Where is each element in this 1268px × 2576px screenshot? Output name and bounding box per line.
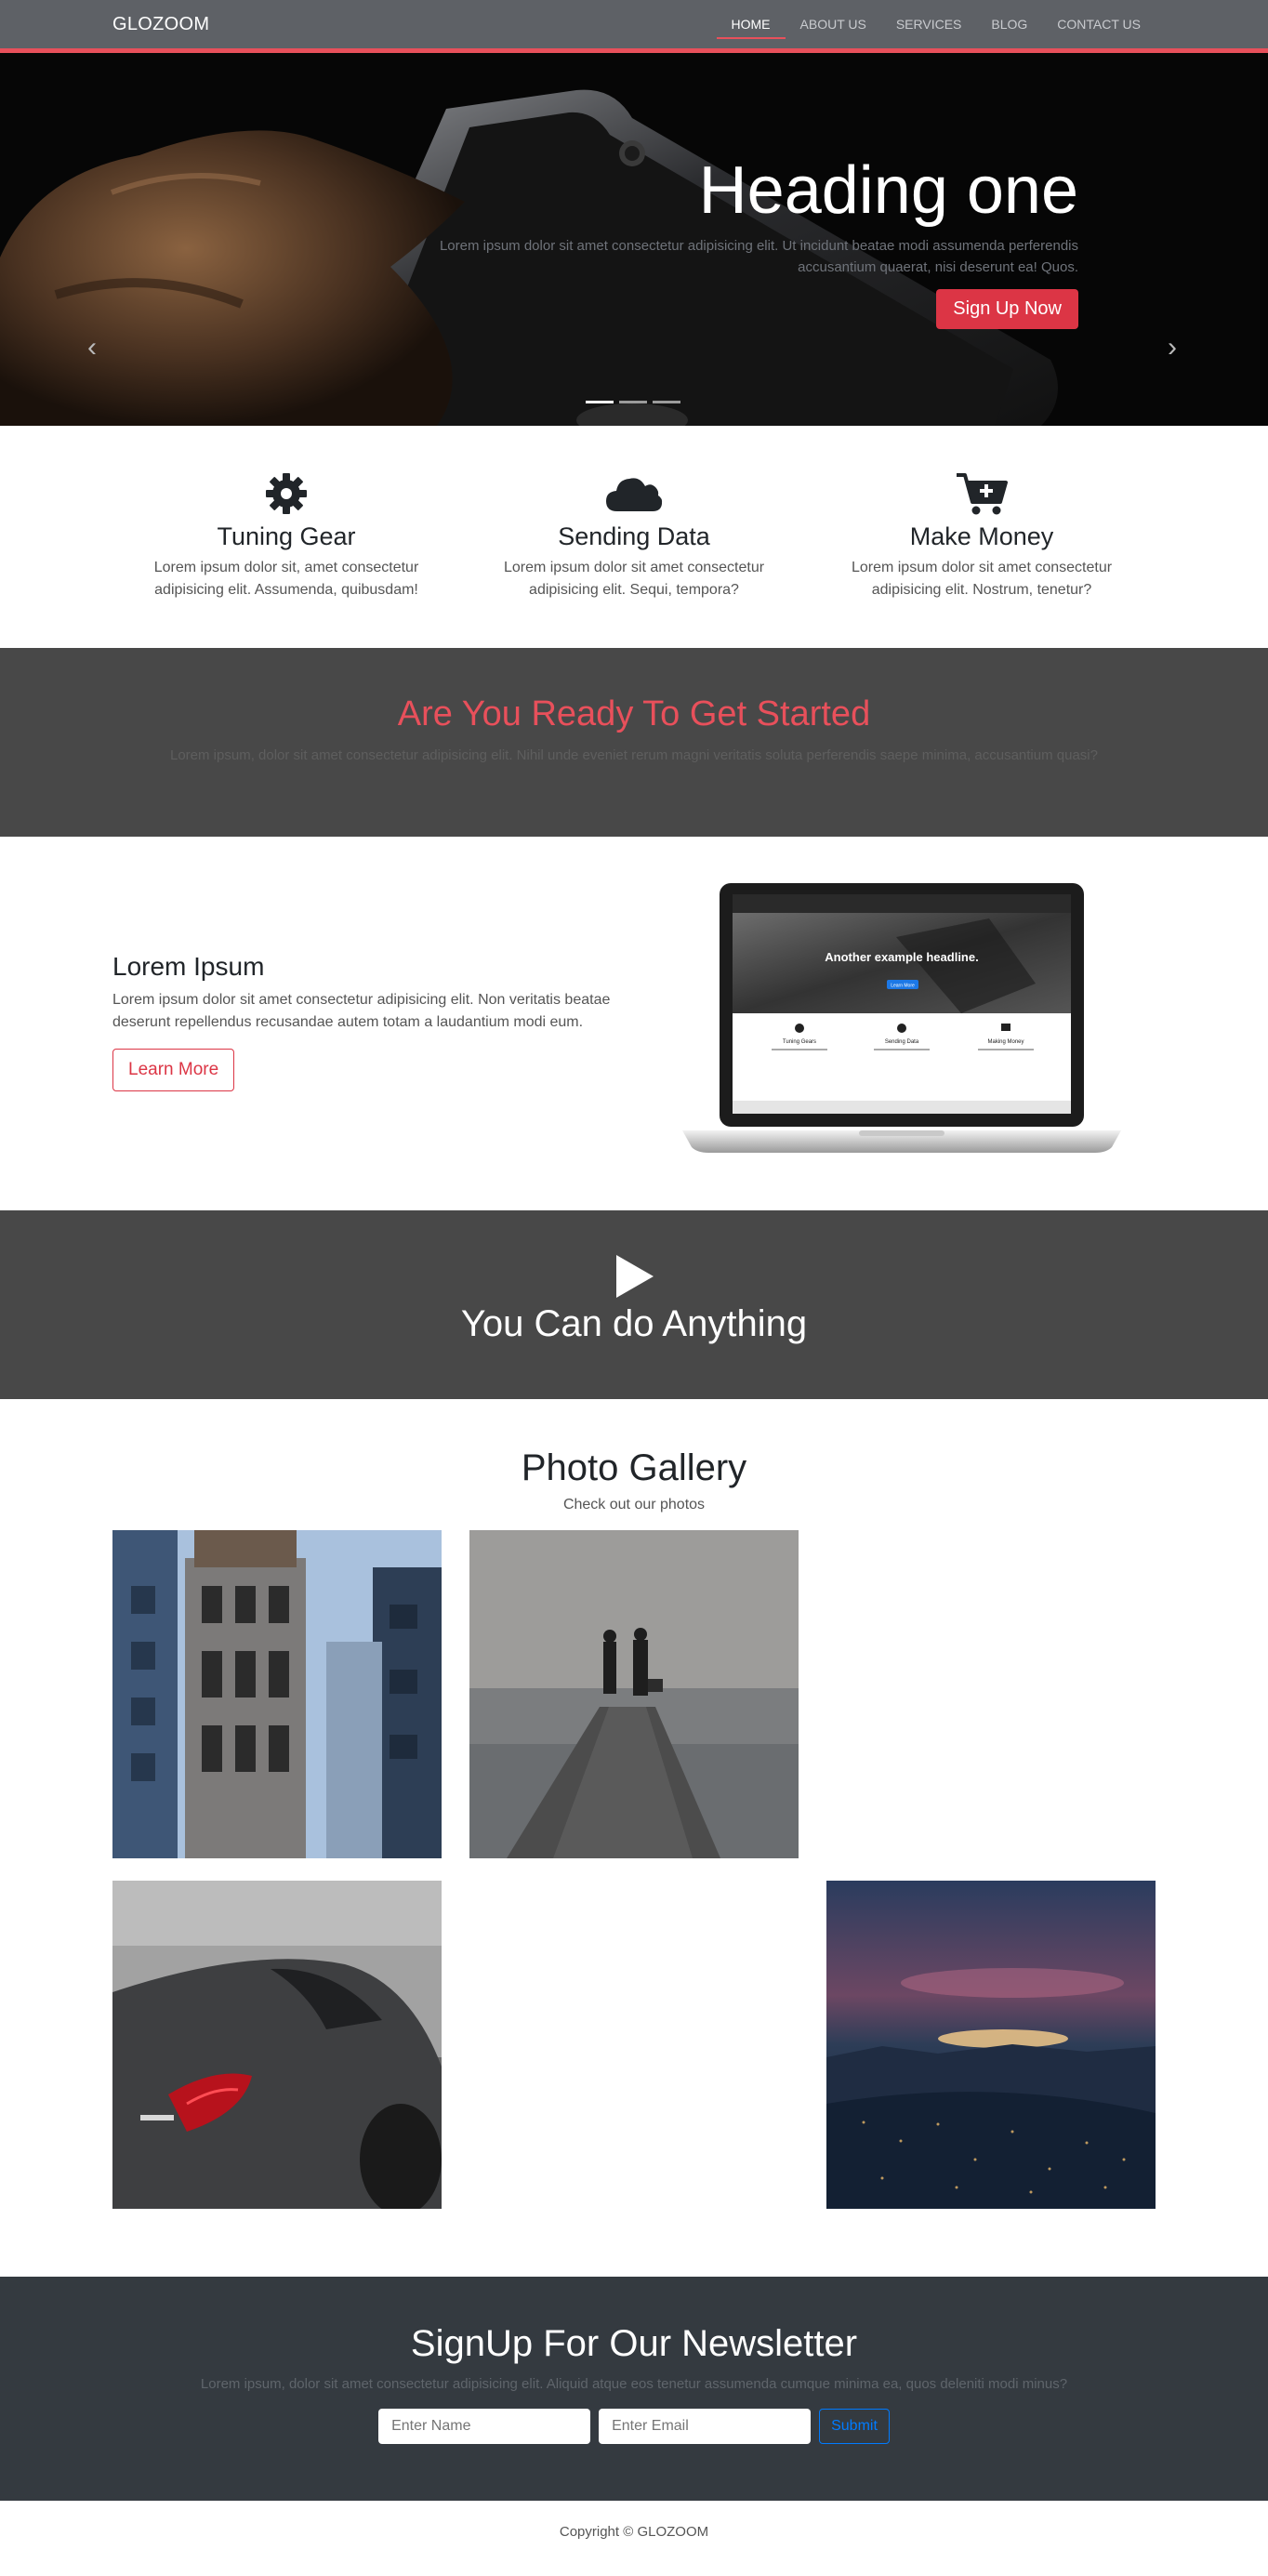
copyright-text: Copyright © GLOZOOM: [559, 2524, 709, 2540]
feature-make-money: Make Money Lorem ipsum dolor sit amet co…: [849, 470, 1115, 601]
nav-item-services[interactable]: SERVICES: [881, 0, 977, 48]
nav-item-blog[interactable]: BLOG: [976, 0, 1042, 48]
gallery-section: Photo Gallery Check out our photos: [0, 1399, 1268, 2277]
laptop-screen-headline: Another example headline.: [825, 950, 978, 964]
email-input[interactable]: [599, 2409, 812, 2444]
cart-plus-icon: [957, 473, 1008, 515]
video-heading: You Can do Anything: [460, 1303, 808, 1344]
feature-text: Lorem ipsum dolor sit, amet consectetur …: [153, 560, 419, 598]
photo-car[interactable]: [112, 1881, 442, 2209]
info-text-block: Lorem Ipsum Lorem ipsum dolor sit amet c…: [112, 952, 633, 1091]
carousel-indicator-1[interactable]: [586, 401, 614, 403]
nav-item-contact[interactable]: CONTACT US: [1042, 0, 1156, 48]
feature-text: Lorem ipsum dolor sit amet consectetur a…: [851, 560, 1113, 598]
info-section: Lorem Ipsum Lorem ipsum dolor sit amet c…: [0, 837, 1268, 1210]
photo-pier[interactable]: [469, 1530, 799, 1858]
get-started-text: Lorem ipsum, dolor sit amet consectetur …: [170, 747, 1098, 763]
gear-icon: [266, 473, 307, 514]
photo-city[interactable]: [826, 1881, 1156, 2209]
feature-tuning-gear: Tuning Gear Lorem ipsum dolor sit, amet …: [153, 470, 419, 601]
feature-text: Lorem ipsum dolor sit amet consectetur a…: [503, 560, 765, 598]
laptop-screen-button: Learn More: [891, 984, 915, 989]
laptop-screen-feature: Sending Data: [885, 1039, 919, 1045]
feature-title: Tuning Gear: [217, 522, 356, 550]
nav-item-about[interactable]: ABOUT US: [786, 0, 881, 48]
feature-title: Make Money: [909, 522, 1054, 550]
submit-button[interactable]: Submit: [819, 2409, 890, 2444]
name-input[interactable]: [378, 2409, 591, 2444]
features-section: Tuning Gear Lorem ipsum dolor sit, amet …: [0, 426, 1268, 648]
brand-logo[interactable]: GLOZOOM: [112, 14, 209, 35]
carousel-prev-button[interactable]: ‹: [87, 332, 97, 363]
carousel-next-button[interactable]: ›: [1168, 332, 1177, 363]
info-heading: Lorem Ipsum: [112, 952, 265, 981]
play-icon[interactable]: [611, 1253, 657, 1300]
laptop-image: Another example headline. Learn More Tun…: [682, 883, 1121, 1153]
video-section: You Can do Anything: [0, 1210, 1268, 1399]
carousel-indicators: [586, 401, 680, 403]
get-started-section: Are You Ready To Get Started Lorem ipsum…: [0, 648, 1268, 837]
info-text: Lorem ipsum dolor sit amet consectetur a…: [112, 992, 611, 1030]
sign-up-button[interactable]: Sign Up Now: [936, 289, 1078, 329]
feature-sending-data: Sending Data Lorem ipsum dolor sit amet …: [501, 470, 767, 601]
nav-item-home[interactable]: HOME: [716, 0, 786, 48]
get-started-heading: Are You Ready To Get Started: [397, 694, 871, 733]
hero-heading: Heading one: [698, 153, 1078, 228]
gallery-subheading: Check out our photos: [562, 1497, 706, 1513]
newsletter-section: SignUp For Our Newsletter Lorem ipsum, d…: [0, 2277, 1268, 2501]
carousel-indicator-3[interactable]: [653, 401, 680, 403]
carousel-indicator-2[interactable]: [619, 401, 647, 403]
newsletter-text: Lorem ipsum, dolor sit amet consectetur …: [200, 2376, 1068, 2392]
footer: Copyright © GLOZOOM: [0, 2501, 1268, 2563]
photo-tower[interactable]: [112, 1530, 442, 1858]
newsletter-heading: SignUp For Our Newsletter: [410, 2323, 858, 2364]
navbar: GLOZOOM HOME ABOUT US SERVICES BLOG CONT…: [0, 0, 1268, 53]
gallery-grid: [112, 1530, 1156, 2209]
hero-caption: Heading one Lorem ipsum dolor sit amet c…: [167, 157, 1078, 329]
gallery-heading: Photo Gallery: [521, 1447, 747, 1488]
feature-title: Sending Data: [558, 522, 710, 550]
laptop-screen-feature: Making Money: [987, 1039, 1024, 1045]
hero-carousel: Heading one Lorem ipsum dolor sit amet c…: [0, 53, 1268, 426]
chevron-left-icon: ‹: [87, 332, 97, 363]
cloud-icon: [606, 478, 663, 511]
learn-more-button[interactable]: Learn More: [112, 1049, 235, 1091]
laptop-screen-feature: Tuning Gears: [783, 1039, 816, 1045]
newsletter-form: Submit: [0, 2409, 1268, 2444]
hero-text: Lorem ipsum dolor sit amet consectetur a…: [439, 238, 1078, 275]
nav-menu: HOME ABOUT US SERVICES BLOG CONTACT US: [716, 0, 1156, 48]
chevron-right-icon: ›: [1168, 332, 1177, 363]
